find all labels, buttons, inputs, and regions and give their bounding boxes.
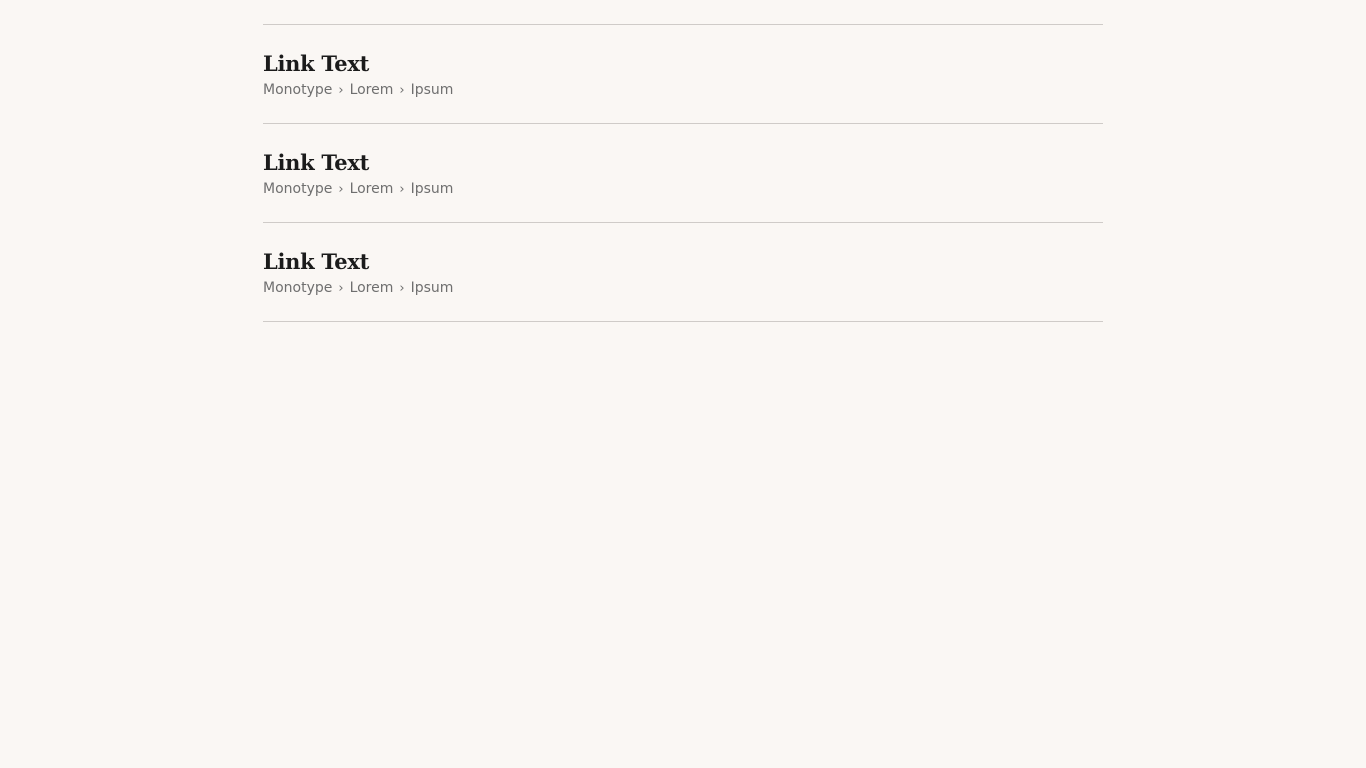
list-item: Link Text Monotype › Lorem › Ipsum <box>263 223 1103 322</box>
breadcrumb-item[interactable]: Lorem <box>350 280 394 296</box>
result-link[interactable]: Link Text <box>263 51 369 77</box>
breadcrumb-separator: › <box>338 83 344 98</box>
page: Link Text Monotype › Lorem › Ipsum Link Text… <box>0 0 1366 768</box>
breadcrumb-item[interactable]: Lorem <box>350 82 394 98</box>
breadcrumb-separator: › <box>338 182 344 197</box>
breadcrumb-separator: › <box>338 281 344 296</box>
breadcrumb-item[interactable]: Lorem <box>350 181 394 197</box>
result-link[interactable]: Link Text <box>263 150 369 176</box>
breadcrumb-item[interactable]: Monotype <box>263 82 332 98</box>
breadcrumb-item[interactable]: Ipsum <box>411 181 454 197</box>
list-item: Link Text Monotype › Lorem › Ipsum <box>263 124 1103 223</box>
breadcrumb-separator: › <box>399 83 405 98</box>
breadcrumb-separator: › <box>399 281 405 296</box>
breadcrumb-item[interactable]: Monotype <box>263 181 332 197</box>
breadcrumb-separator: › <box>399 182 405 197</box>
result-link[interactable]: Link Text <box>263 249 369 275</box>
breadcrumb: Monotype › Lorem › Ipsum <box>263 81 453 100</box>
breadcrumb-item[interactable]: Ipsum <box>411 82 454 98</box>
results-list: Link Text Monotype › Lorem › Ipsum Link Text… <box>263 24 1103 322</box>
list-item: Link Text Monotype › Lorem › Ipsum <box>263 25 1103 124</box>
breadcrumb-item[interactable]: Monotype <box>263 280 332 296</box>
breadcrumb-item[interactable]: Ipsum <box>411 280 454 296</box>
breadcrumb: Monotype › Lorem › Ipsum <box>263 180 453 199</box>
breadcrumb: Monotype › Lorem › Ipsum <box>263 279 453 298</box>
